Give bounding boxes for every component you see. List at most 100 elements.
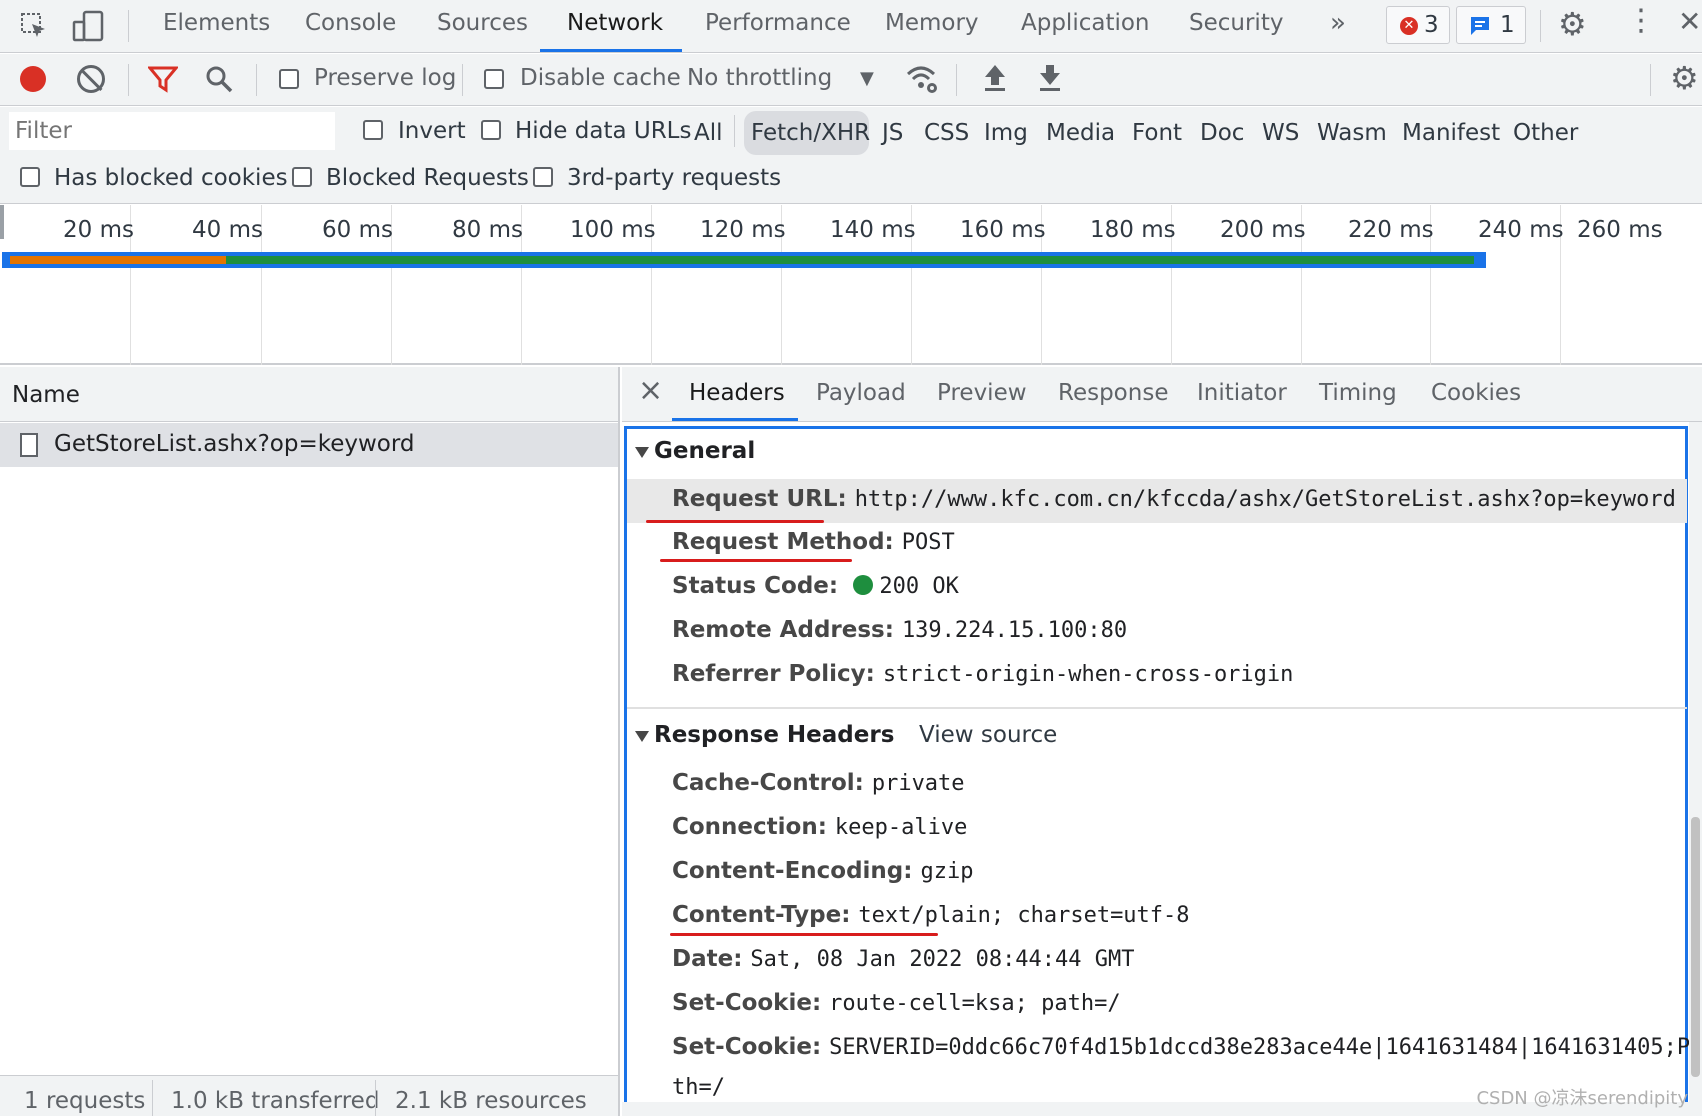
tab-initiator[interactable]: Initiator: [1197, 380, 1287, 406]
tab-response[interactable]: Response: [1058, 380, 1168, 406]
tab-network[interactable]: Network: [567, 10, 663, 36]
expand-triangle-icon[interactable]: [635, 731, 649, 742]
tab-performance[interactable]: Performance: [705, 10, 851, 36]
header-key: Content-Encoding:: [672, 858, 913, 884]
inspect-element-icon[interactable]: [20, 12, 48, 40]
header-row-set-cookie: Set-Cookie: route-cell=ksa; path=/: [672, 990, 1121, 1016]
header-row-remote-address: Remote Address: 139.224.15.100:80: [672, 617, 1127, 643]
annotation-underline: [646, 520, 824, 523]
tab-headers[interactable]: Headers: [689, 380, 785, 406]
export-har-icon[interactable]: [1037, 63, 1063, 97]
tick-label: 200 ms: [1220, 217, 1306, 243]
header-key: Set-Cookie:: [672, 990, 822, 1016]
throttling-select[interactable]: No throttling: [687, 65, 832, 91]
tab-sources[interactable]: Sources: [437, 10, 528, 36]
tab-security[interactable]: Security: [1189, 10, 1283, 36]
tab-elements[interactable]: Elements: [163, 10, 270, 36]
divider: [128, 10, 129, 42]
waiting-segment: [10, 256, 226, 264]
tab-console[interactable]: Console: [305, 10, 396, 36]
network-settings-gear-icon[interactable]: ⚙: [1670, 62, 1699, 94]
view-source-link[interactable]: View source: [919, 722, 1057, 748]
third-party-label: 3rd-party requests: [567, 165, 782, 191]
tab-payload[interactable]: Payload: [816, 380, 906, 406]
clear-icon[interactable]: [77, 65, 105, 93]
header-value: 200 OK: [879, 574, 959, 599]
tab-timing[interactable]: Timing: [1319, 380, 1397, 406]
type-filter-all[interactable]: All: [694, 120, 723, 146]
error-icon: ✕: [1400, 17, 1418, 35]
type-filter-ws[interactable]: WS: [1262, 120, 1299, 146]
more-tabs-icon[interactable]: »: [1330, 8, 1346, 38]
type-filter-manifest[interactable]: Manifest: [1402, 120, 1500, 146]
settings-gear-icon[interactable]: ⚙: [1558, 8, 1587, 40]
resources-size: 2.1 kB resources: [395, 1088, 587, 1114]
active-tab-indicator: [672, 418, 798, 421]
tab-application[interactable]: Application: [1021, 10, 1150, 36]
invert-checkbox[interactable]: [363, 120, 383, 140]
transferred-size: 1.0 kB transferred: [171, 1088, 380, 1114]
header-row-request-url: Request URL: http://www.kfc.com.cn/kfccda…: [672, 486, 1676, 512]
device-toolbar-icon[interactable]: [72, 10, 104, 42]
request-row[interactable]: GetStoreList.ashx?op=keyword: [0, 423, 618, 467]
name-column-label: Name: [12, 382, 80, 408]
expand-triangle-icon[interactable]: [635, 447, 649, 458]
hide-data-urls-checkbox[interactable]: [481, 120, 501, 140]
hide-data-urls-label: Hide data URLs: [515, 118, 692, 144]
third-party-checkbox[interactable]: [533, 167, 553, 187]
name-column-header[interactable]: Name: [0, 367, 618, 422]
disable-cache-checkbox[interactable]: [484, 69, 504, 89]
type-filter-other[interactable]: Other: [1513, 120, 1578, 146]
header-value: private: [871, 771, 965, 796]
header-value: text/plain; charset=utf-8: [858, 903, 1190, 928]
header-row-date: Date: Sat, 08 Jan 2022 08:44:44 GMT: [672, 946, 1135, 972]
record-button-icon[interactable]: [20, 66, 46, 92]
tab-memory[interactable]: Memory: [885, 10, 979, 36]
tick-label: 20 ms: [63, 217, 134, 243]
watermark: CSDN @凉沫serendipity: [1476, 1088, 1688, 1109]
type-filter-font[interactable]: Font: [1132, 120, 1182, 146]
filter-funnel-icon[interactable]: [146, 64, 180, 98]
invert-label: Invert: [398, 118, 466, 144]
import-har-icon[interactable]: [982, 63, 1008, 97]
filter-input[interactable]: [9, 112, 335, 150]
response-headers-section-title[interactable]: Response Headers: [654, 722, 894, 748]
annotation-underline: [660, 559, 852, 562]
type-filter-wasm[interactable]: Wasm: [1317, 120, 1387, 146]
divider: [128, 64, 129, 96]
more-options-icon[interactable]: ⋮: [1626, 6, 1656, 36]
header-value: strict-origin-when-cross-origin: [882, 662, 1294, 687]
type-filter-fetch-xhr[interactable]: Fetch/XHR: [751, 120, 870, 146]
message-count-badge[interactable]: 1: [1456, 6, 1526, 44]
type-filter-img[interactable]: Img: [984, 120, 1028, 146]
has-blocked-cookies-checkbox[interactable]: [20, 167, 40, 187]
error-count-badge[interactable]: ✕ 3: [1386, 6, 1450, 44]
divider: [734, 115, 735, 147]
search-icon[interactable]: [204, 64, 234, 98]
chevron-down-icon[interactable]: ▼: [860, 68, 874, 89]
tab-preview[interactable]: Preview: [937, 380, 1027, 406]
header-value: keep-alive: [834, 815, 968, 840]
header-row-request-method: Request Method: POST: [672, 529, 955, 555]
tick-label: 120 ms: [700, 217, 786, 243]
type-filter-css[interactable]: CSS: [924, 120, 969, 146]
network-conditions-icon[interactable]: [904, 62, 940, 100]
preserve-log-checkbox[interactable]: [279, 69, 299, 89]
close-details-icon[interactable]: ×: [638, 373, 663, 408]
header-value: 139.224.15.100:80: [901, 618, 1128, 643]
tick-label: 80 ms: [452, 217, 523, 243]
scrollbar-thumb[interactable]: [1691, 817, 1700, 1077]
header-value-wrap: th=/: [672, 1075, 725, 1100]
close-devtools-icon[interactable]: ✕: [1678, 8, 1701, 36]
tab-cookies[interactable]: Cookies: [1431, 380, 1521, 406]
timeline-overview[interactable]: 20 ms 40 ms 60 ms 80 ms 100 ms 120 ms 14…: [0, 205, 1702, 365]
general-section-title[interactable]: General: [654, 438, 755, 464]
request-name: GetStoreList.ashx?op=keyword: [54, 431, 415, 457]
type-filter-media[interactable]: Media: [1046, 120, 1115, 146]
header-value: Sat, 08 Jan 2022 08:44:44 GMT: [750, 947, 1135, 972]
type-filter-doc[interactable]: Doc: [1200, 120, 1244, 146]
type-filter-js[interactable]: JS: [882, 120, 903, 146]
blocked-requests-checkbox[interactable]: [292, 167, 312, 187]
filter-bar: Invert Hide data URLs All Fetch/XHR JS C…: [0, 107, 1702, 204]
header-value: SERVERID=0ddc66c70f4d15b1dccd38e283ace44…: [829, 1035, 1692, 1060]
